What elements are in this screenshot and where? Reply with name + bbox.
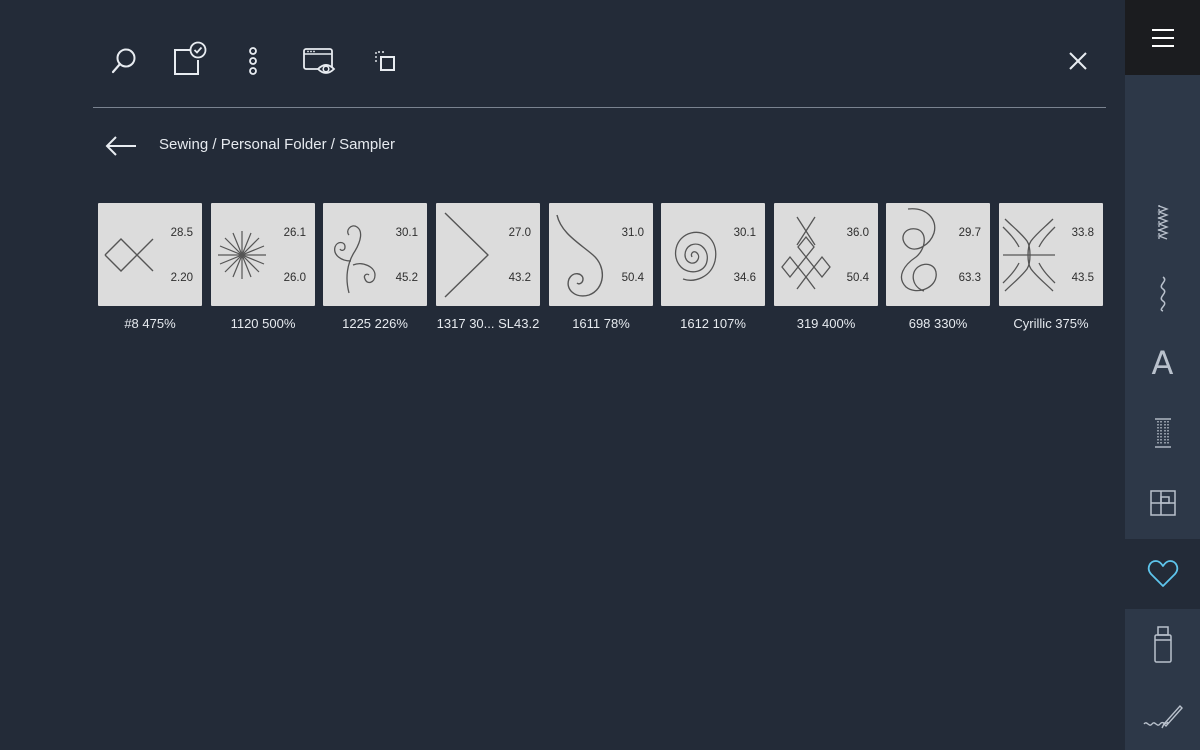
toolbar-divider — [93, 107, 1106, 108]
stitch-label: Cyrillic 375% — [1013, 316, 1089, 331]
stitch-tile[interactable]: 26.1 26.0 1120 500% — [211, 203, 315, 343]
stitch-width: 33.8 — [1071, 227, 1094, 239]
stitch-width: 29.7 — [958, 227, 981, 239]
stitch-length: 2.20 — [170, 272, 193, 284]
stitch-width: 26.1 — [283, 227, 306, 239]
curl-stitch-icon — [334, 225, 376, 294]
alphabet-icon: A — [1151, 344, 1174, 382]
stitch-card: 29.7 63.3 — [886, 203, 990, 306]
breadcrumb: Sewing / Personal Folder / Sampler — [159, 136, 395, 153]
utility-stitches-icon — [1156, 205, 1169, 240]
cyrillic-stitch-icon — [1002, 218, 1056, 292]
stitch-label: 1120 500% — [230, 316, 296, 331]
stitch-card: 30.1 45.2 — [323, 203, 427, 306]
stitch-label: 1317 30... SL43.2 — [436, 316, 540, 331]
stitch-length: 43.2 — [508, 272, 531, 284]
loop-stitch-icon — [900, 208, 937, 292]
stitch-tile[interactable]: 31.0 50.4 1611 78% — [549, 203, 653, 343]
stitch-card: 36.0 50.4 — [774, 203, 878, 306]
sidebar-item-utility-stitches[interactable] — [1125, 187, 1200, 257]
sidebar-item-sewing-techniques[interactable] — [1125, 680, 1200, 750]
chevron-stitch-icon — [444, 212, 489, 298]
arrow-left-icon — [105, 136, 136, 156]
toolbar — [93, 30, 1106, 92]
close-button[interactable] — [1047, 30, 1109, 92]
stitch-card: 26.1 26.0 — [211, 203, 315, 306]
personal-menu-heart-icon — [1147, 560, 1178, 587]
search-icon — [111, 48, 136, 74]
stitch-length: 50.4 — [846, 272, 869, 284]
stitch-tile[interactable]: 28.5 2.20 #8 475% — [98, 203, 202, 343]
duplicate-button[interactable] — [354, 30, 416, 92]
stitch-tile[interactable]: 27.0 43.2 1317 30... SL43.2 — [436, 203, 540, 343]
preview-eye-icon — [303, 48, 336, 74]
sidebar-item-personal-menu[interactable] — [1125, 539, 1200, 609]
usb-stick-icon — [1153, 626, 1172, 663]
stitch-card: 28.5 2.20 — [98, 203, 202, 306]
diamond-x-stitch-icon — [104, 238, 154, 272]
quilt-block-icon — [1149, 490, 1176, 516]
stitch-label: #8 475% — [124, 316, 176, 331]
navigation-row: Sewing / Personal Folder / Sampler — [93, 124, 1093, 168]
stitch-tile[interactable]: 30.1 34.6 1612 107% — [661, 203, 765, 343]
stitch-tile[interactable]: 33.8 43.5 Cyrillic 375% — [999, 203, 1103, 343]
sidebar-item-quilt-blocks[interactable] — [1125, 468, 1200, 538]
stitch-width: 31.0 — [621, 227, 644, 239]
buttonhole-icon — [1154, 418, 1171, 448]
stitch-width: 27.0 — [508, 227, 531, 239]
stitch-length: 63.3 — [958, 272, 981, 284]
stitch-length: 45.2 — [395, 272, 418, 284]
stitch-width: 28.5 — [170, 227, 193, 239]
preview-button[interactable] — [289, 30, 351, 92]
sewing-techniques-icon — [1142, 704, 1183, 729]
stitch-length: 43.5 — [1071, 272, 1094, 284]
sidebar-item-usb[interactable] — [1125, 610, 1200, 680]
stitch-length: 34.6 — [733, 272, 756, 284]
stitch-label: 1225 226% — [342, 316, 408, 331]
stitch-width: 30.1 — [395, 227, 418, 239]
select-button[interactable] — [158, 30, 220, 92]
stitch-card: 27.0 43.2 — [436, 203, 540, 306]
back-button[interactable] — [93, 124, 149, 168]
stitch-label: 698 330% — [908, 316, 968, 331]
star-burst-stitch-icon — [218, 231, 266, 279]
spiral-stitch-icon — [674, 231, 717, 281]
stitch-width: 36.0 — [846, 227, 869, 239]
stitch-label: 319 400% — [796, 316, 856, 331]
menu-button[interactable] — [1125, 0, 1200, 75]
sidebar-item-buttonholes[interactable] — [1125, 398, 1200, 468]
search-button[interactable] — [93, 30, 155, 92]
decorative-stitches-icon — [1160, 276, 1165, 312]
stitch-card: 31.0 50.4 — [549, 203, 653, 306]
stitch-label: 1611 78% — [572, 316, 630, 331]
stitch-label: 1612 107% — [680, 316, 746, 331]
spiral-hook-stitch-icon — [556, 214, 603, 297]
more-options-button[interactable] — [222, 30, 284, 92]
stitch-card: 30.1 34.6 — [661, 203, 765, 306]
stitch-width: 30.1 — [733, 227, 756, 239]
main-area: Sewing / Personal Folder / Sampler 28.5 … — [0, 0, 1125, 750]
menu-icon — [1151, 28, 1174, 47]
stitch-length: 50.4 — [621, 272, 644, 284]
stitch-length: 26.0 — [283, 272, 306, 284]
stitch-tile[interactable]: 30.1 45.2 1225 226% — [323, 203, 427, 343]
sidebar-item-decorative-stitches[interactable] — [1125, 258, 1200, 328]
more-vertical-icon — [249, 47, 257, 75]
stitch-tile[interactable]: 36.0 50.4 319 400% — [774, 203, 878, 343]
duplicate-icon — [375, 51, 395, 71]
close-icon — [1069, 52, 1087, 70]
right-sidebar: A — [1125, 0, 1200, 750]
diamond-lattice-stitch-icon — [781, 216, 831, 290]
stitch-card: 33.8 43.5 — [999, 203, 1103, 306]
stitch-tile[interactable]: 29.7 63.3 698 330% — [886, 203, 990, 343]
select-check-icon — [174, 41, 207, 75]
sidebar-item-alphabets[interactable]: A — [1125, 328, 1200, 398]
